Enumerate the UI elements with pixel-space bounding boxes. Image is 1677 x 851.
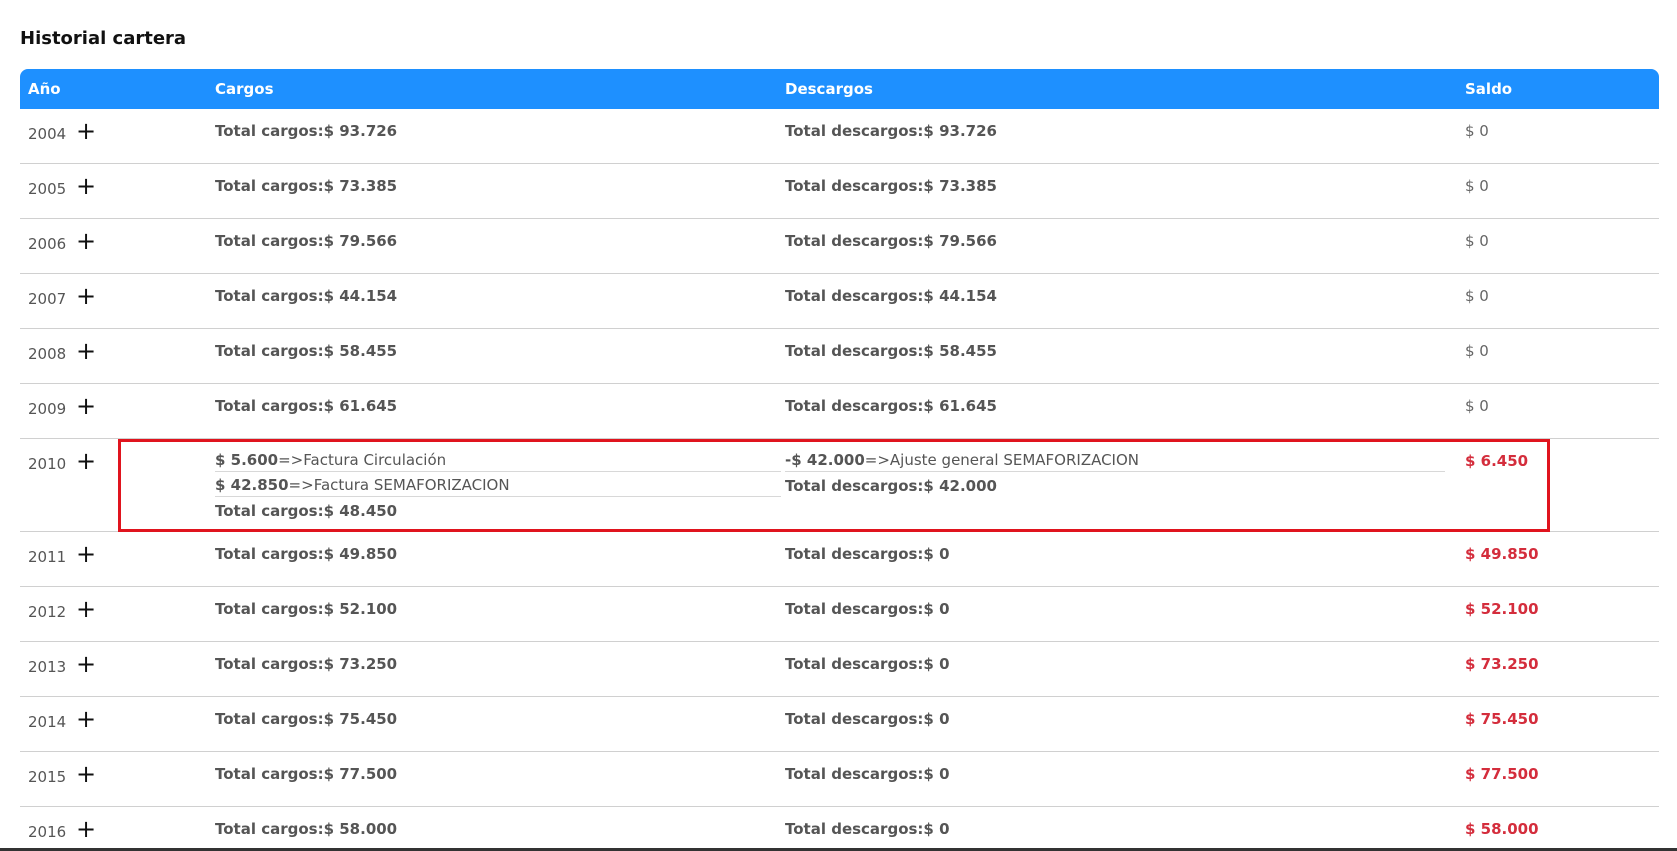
row-cargos: Total cargos:$ 52.100 <box>215 600 398 618</box>
table-header: Año Cargos Descargos Saldo <box>20 69 1659 109</box>
expand-plus-icon[interactable]: + <box>76 284 96 308</box>
historial-table: Año Cargos Descargos Saldo 2004 + Total … <box>20 69 1659 851</box>
table-row-expanded: 2010 + $ 5.600=>Factura Circulación $ 42… <box>20 439 1659 532</box>
descargo-item-amount: -$ 42.000 <box>785 451 865 469</box>
row-year: 2005 <box>28 180 67 198</box>
row-year: 2013 <box>28 658 67 676</box>
table-row: 2007 + Total cargos:$ 44.154 Total desca… <box>20 274 1659 329</box>
row-descargos: Total descargos:$ 79.566 <box>785 232 997 250</box>
cargo-item: $ 5.600=>Factura Circulación <box>215 451 781 472</box>
row-saldo: $ 73.250 <box>1465 655 1539 673</box>
row-descargos: Total descargos:$ 44.154 <box>785 287 997 305</box>
table-row: 2006 + Total cargos:$ 79.566 Total desca… <box>20 219 1659 274</box>
table-row: 2004 + Total cargos:$ 93.726 Total desca… <box>20 109 1659 164</box>
row-year: 2010 <box>28 455 67 473</box>
expand-plus-icon[interactable]: + <box>76 762 96 786</box>
table-row: 2009 + Total cargos:$ 61.645 Total desca… <box>20 384 1659 439</box>
expand-plus-icon[interactable]: + <box>76 339 96 363</box>
table-row: 2015 + Total cargos:$ 77.500 Total desca… <box>20 752 1659 807</box>
cargo-item-arrow: => <box>278 451 304 469</box>
expand-plus-icon[interactable]: + <box>76 597 96 621</box>
table-row: 2005 + Total cargos:$ 73.385 Total desca… <box>20 164 1659 219</box>
row-descargos: Total descargos:$ 0 <box>785 820 950 838</box>
row-saldo: $ 6.450 <box>1465 452 1529 470</box>
header-descargos: Descargos <box>785 80 873 98</box>
expand-plus-icon[interactable]: + <box>76 817 96 841</box>
header-cargos: Cargos <box>215 80 274 98</box>
row-descargos: Total descargos:$ 0 <box>785 765 950 783</box>
table-row: 2014 + Total cargos:$ 75.450 Total desca… <box>20 697 1659 752</box>
row-year: 2012 <box>28 603 67 621</box>
table-row: 2011 + Total cargos:$ 49.850 Total desca… <box>20 532 1659 587</box>
row-year: 2009 <box>28 400 67 418</box>
row-descargos: Total descargos:$ 0 <box>785 600 950 618</box>
expand-plus-icon[interactable]: + <box>76 119 96 143</box>
row-saldo: $ 75.450 <box>1465 710 1539 728</box>
cargo-item-amount: $ 5.600 <box>215 451 279 469</box>
expand-plus-icon[interactable]: + <box>76 652 96 676</box>
row-cargos: Total cargos:$ 93.726 <box>215 122 398 140</box>
descargo-item-desc: Ajuste general SEMAFORIZACION <box>889 451 1140 469</box>
table-row: 2008 + Total cargos:$ 58.455 Total desca… <box>20 329 1659 384</box>
descargo-item-arrow: => <box>864 451 890 469</box>
cargo-item-amount: $ 42.850 <box>215 476 289 494</box>
row-cargos: Total cargos:$ 58.455 <box>215 342 398 360</box>
expand-plus-icon[interactable]: + <box>76 707 96 731</box>
row-cargos: Total cargos:$ 75.450 <box>215 710 398 728</box>
row-saldo: $ 0 <box>1465 122 1489 140</box>
row-year: 2016 <box>28 823 67 841</box>
row-year: 2008 <box>28 345 67 363</box>
row-descargos: Total descargos:$ 61.645 <box>785 397 997 415</box>
cargo-item: $ 42.850=>Factura SEMAFORIZACION <box>215 476 781 497</box>
cargos-total: Total cargos:$ 48.450 <box>215 502 398 520</box>
row-saldo: $ 58.000 <box>1465 820 1539 838</box>
row-descargos: Total descargos:$ 73.385 <box>785 177 997 195</box>
cargo-item-desc: Factura Circulación <box>303 451 447 469</box>
row-descargos: Total descargos:$ 58.455 <box>785 342 997 360</box>
row-saldo: $ 0 <box>1465 177 1489 195</box>
row-cargos: Total cargos:$ 73.250 <box>215 655 398 673</box>
row-cargos: Total cargos:$ 79.566 <box>215 232 398 250</box>
row-saldo: $ 52.100 <box>1465 600 1539 618</box>
row-descargos: Total descargos:$ 0 <box>785 710 950 728</box>
row-year: 2014 <box>28 713 67 731</box>
page: Historial cartera Año Cargos Descargos S… <box>0 0 1677 851</box>
row-year: 2015 <box>28 768 67 786</box>
cargo-item-arrow: => <box>288 476 314 494</box>
row-cargos: Total cargos:$ 77.500 <box>215 765 398 783</box>
row-descargos: Total descargos:$ 93.726 <box>785 122 997 140</box>
table-row: 2012 + Total cargos:$ 52.100 Total desca… <box>20 587 1659 642</box>
expand-plus-icon[interactable]: + <box>76 174 96 198</box>
header-anio: Año <box>28 80 61 98</box>
expand-plus-icon[interactable]: + <box>76 449 96 473</box>
cargo-item-desc: Factura SEMAFORIZACION <box>313 476 510 494</box>
row-saldo: $ 0 <box>1465 232 1489 250</box>
row-year: 2007 <box>28 290 67 308</box>
row-cargos: Total cargos:$ 73.385 <box>215 177 398 195</box>
row-saldo: $ 0 <box>1465 287 1489 305</box>
row-saldo: $ 0 <box>1465 397 1489 415</box>
row-cargos: Total cargos:$ 44.154 <box>215 287 398 305</box>
row-year: 2011 <box>28 548 67 566</box>
row-saldo: $ 49.850 <box>1465 545 1539 563</box>
row-year: 2004 <box>28 125 67 143</box>
row-cargos: Total cargos:$ 58.000 <box>215 820 398 838</box>
row-saldo: $ 77.500 <box>1465 765 1539 783</box>
row-cargos: Total cargos:$ 49.850 <box>215 545 398 563</box>
expand-plus-icon[interactable]: + <box>76 229 96 253</box>
row-saldo: $ 0 <box>1465 342 1489 360</box>
row-year: 2006 <box>28 235 67 253</box>
row-cargos: Total cargos:$ 61.645 <box>215 397 398 415</box>
table-row: 2013 + Total cargos:$ 73.250 Total desca… <box>20 642 1659 697</box>
row-descargos: Total descargos:$ 0 <box>785 655 950 673</box>
expand-plus-icon[interactable]: + <box>76 542 96 566</box>
descargo-item: -$ 42.000=>Ajuste general SEMAFORIZACION <box>785 451 1445 472</box>
header-saldo: Saldo <box>1465 80 1513 98</box>
descargos-total: Total descargos:$ 42.000 <box>785 477 997 495</box>
expand-plus-icon[interactable]: + <box>76 394 96 418</box>
row-descargos: Total descargos:$ 0 <box>785 545 950 563</box>
table-row: 2016 + Total cargos:$ 58.000 Total desca… <box>20 807 1659 851</box>
page-title: Historial cartera <box>20 28 187 49</box>
